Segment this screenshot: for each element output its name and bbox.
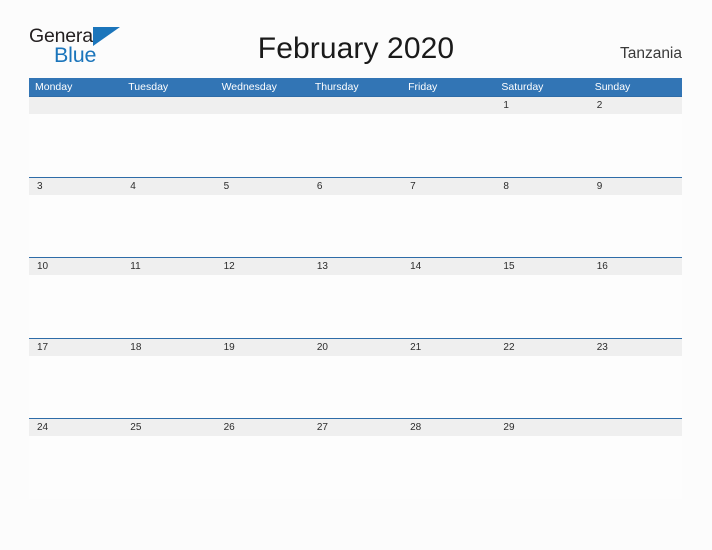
calendar-grid: Monday Tuesday Wednesday Thursday Friday… xyxy=(29,78,682,499)
day-cell[interactable] xyxy=(29,436,122,498)
day-cell[interactable] xyxy=(29,195,122,257)
week-row: 17 18 19 20 21 22 23 xyxy=(29,337,682,418)
day-number[interactable]: 2 xyxy=(589,97,682,114)
day-cell[interactable] xyxy=(122,436,215,498)
day-number[interactable]: 7 xyxy=(402,178,495,195)
day-cell[interactable] xyxy=(495,195,588,257)
day-cell[interactable] xyxy=(495,114,588,176)
weekday-header-thursday: Thursday xyxy=(314,81,359,93)
week-date-band: 1 2 xyxy=(29,97,682,114)
day-cell[interactable] xyxy=(29,275,122,337)
weekday-header-sunday: Sunday xyxy=(594,81,631,93)
day-number[interactable]: 5 xyxy=(216,178,309,195)
day-cell[interactable] xyxy=(309,114,402,176)
day-number[interactable]: 21 xyxy=(402,339,495,356)
week-row: 24 25 26 27 28 29 xyxy=(29,418,682,499)
day-number[interactable]: 6 xyxy=(309,178,402,195)
day-number[interactable]: 28 xyxy=(402,419,495,436)
day-number[interactable]: 25 xyxy=(122,419,215,436)
day-cell[interactable] xyxy=(216,436,309,498)
day-cell[interactable] xyxy=(216,114,309,176)
day-cell[interactable] xyxy=(495,436,588,498)
day-number[interactable] xyxy=(29,97,122,114)
day-number[interactable]: 15 xyxy=(495,258,588,275)
day-cell[interactable] xyxy=(309,356,402,418)
day-number[interactable]: 27 xyxy=(309,419,402,436)
day-number[interactable]: 19 xyxy=(216,339,309,356)
day-cell[interactable] xyxy=(402,114,495,176)
day-cell[interactable] xyxy=(589,114,682,176)
day-cell[interactable] xyxy=(309,275,402,337)
day-cell[interactable] xyxy=(122,114,215,176)
day-cell[interactable] xyxy=(589,195,682,257)
week-date-band: 24 25 26 27 28 29 xyxy=(29,419,682,436)
day-number[interactable]: 8 xyxy=(495,178,588,195)
day-cell[interactable] xyxy=(402,275,495,337)
day-cell[interactable] xyxy=(402,356,495,418)
day-cell[interactable] xyxy=(122,195,215,257)
day-number[interactable]: 24 xyxy=(29,419,122,436)
day-cell[interactable] xyxy=(402,436,495,498)
day-number[interactable]: 20 xyxy=(309,339,402,356)
day-number[interactable]: 13 xyxy=(309,258,402,275)
day-number[interactable]: 14 xyxy=(402,258,495,275)
day-cell[interactable] xyxy=(309,436,402,498)
day-number[interactable] xyxy=(589,419,682,436)
day-number[interactable]: 18 xyxy=(122,339,215,356)
page-title: February 2020 xyxy=(257,32,455,65)
day-number[interactable]: 1 xyxy=(495,97,588,114)
weekday-header-tuesday: Tuesday xyxy=(128,81,169,93)
day-cell[interactable] xyxy=(495,356,588,418)
day-cell[interactable] xyxy=(589,436,682,498)
day-number[interactable]: 10 xyxy=(29,258,122,275)
day-number[interactable]: 26 xyxy=(216,419,309,436)
day-cell[interactable] xyxy=(29,356,122,418)
day-number[interactable]: 4 xyxy=(122,178,215,195)
weekday-header-row: Monday Tuesday Wednesday Thursday Friday… xyxy=(29,78,682,96)
day-number[interactable] xyxy=(402,97,495,114)
week-body xyxy=(29,355,682,418)
page-header: General Blue February 2020 Tanzania xyxy=(0,0,712,76)
day-number[interactable]: 22 xyxy=(495,339,588,356)
weekday-header-friday: Friday xyxy=(408,81,438,93)
day-number[interactable]: 29 xyxy=(495,419,588,436)
day-number[interactable]: 23 xyxy=(589,339,682,356)
day-cell[interactable] xyxy=(495,275,588,337)
day-number[interactable]: 3 xyxy=(29,178,122,195)
day-cell[interactable] xyxy=(216,275,309,337)
week-row: 3 4 5 6 7 8 9 xyxy=(29,176,682,257)
day-number[interactable] xyxy=(216,97,309,114)
day-number[interactable]: 12 xyxy=(216,258,309,275)
day-number[interactable] xyxy=(309,97,402,114)
day-cell[interactable] xyxy=(216,356,309,418)
day-number[interactable]: 17 xyxy=(29,339,122,356)
day-number[interactable]: 9 xyxy=(589,178,682,195)
week-body xyxy=(29,114,682,176)
day-cell[interactable] xyxy=(589,275,682,337)
week-row: 1 2 xyxy=(29,96,682,177)
weekday-header-saturday: Saturday xyxy=(501,81,544,93)
week-body xyxy=(29,194,682,257)
region-label: Tanzania xyxy=(619,45,682,62)
week-row: 10 11 12 13 14 15 16 xyxy=(29,257,682,338)
day-cell[interactable] xyxy=(122,275,215,337)
day-cell[interactable] xyxy=(122,356,215,418)
weekday-header-wednesday: Wednesday xyxy=(221,81,277,93)
day-cell[interactable] xyxy=(216,195,309,257)
weekday-header-monday: Monday xyxy=(35,81,73,93)
day-cell[interactable] xyxy=(309,195,402,257)
day-number[interactable]: 11 xyxy=(122,258,215,275)
day-number[interactable]: 16 xyxy=(589,258,682,275)
week-date-band: 17 18 19 20 21 22 23 xyxy=(29,338,682,356)
week-date-band: 3 4 5 6 7 8 9 xyxy=(29,177,682,195)
week-body xyxy=(29,436,682,498)
day-cell[interactable] xyxy=(589,356,682,418)
week-date-band: 10 11 12 13 14 15 16 xyxy=(29,258,682,275)
day-number[interactable] xyxy=(122,97,215,114)
day-cell[interactable] xyxy=(402,195,495,257)
day-cell[interactable] xyxy=(29,114,122,176)
week-body xyxy=(29,275,682,337)
